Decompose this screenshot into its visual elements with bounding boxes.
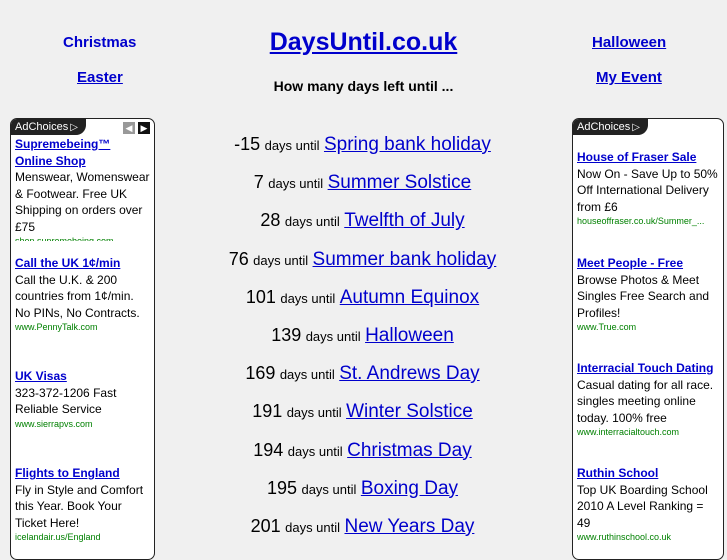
days-until-label: days until bbox=[287, 443, 343, 459]
ad-title-link[interactable]: Meet People - Free bbox=[577, 255, 719, 272]
ad-body: Browse Photos & Meet Singles Free Search… bbox=[577, 272, 710, 320]
ad-title-link[interactable]: Call the UK 1¢/min bbox=[15, 255, 150, 272]
ad-url[interactable]: shop.supremebeing.com bbox=[15, 235, 150, 241]
ad-item[interactable]: Interracial Touch Dating Casual dating f… bbox=[577, 360, 719, 438]
ad-item[interactable]: Call the UK 1¢/min Call the U.K. & 200 c… bbox=[15, 255, 150, 333]
days-count: 201 bbox=[250, 515, 281, 536]
event-link[interactable]: St. Andrews Day bbox=[339, 363, 479, 384]
ad-item[interactable]: Meet People - Free Browse Photos & Meet … bbox=[577, 255, 719, 333]
days-count: 191 bbox=[252, 401, 283, 422]
days-until-label: days until bbox=[279, 367, 335, 383]
countdown-row: 139 days until Halloween bbox=[160, 321, 565, 359]
ad-body: Top UK Boarding School 2010 A Level Rank… bbox=[577, 482, 708, 530]
countdown-row: 191 days until Winter Solstice bbox=[160, 397, 565, 435]
right-ad-panel: AdChoices ▷ House of Fraser Sale Now On -… bbox=[572, 118, 724, 560]
days-count: 7 bbox=[253, 172, 264, 193]
left-ad-panel: AdChoices ▷ ◀ ▶ Supremebeing™ Online Shop… bbox=[10, 118, 155, 560]
days-count: 28 bbox=[260, 210, 281, 231]
ad-body: 323-372-1206 Fast Reliable Service bbox=[15, 385, 117, 417]
days-count: 101 bbox=[245, 286, 276, 307]
countdown-row: 28 days until Twelfth of July bbox=[160, 206, 565, 244]
adchoices-badge[interactable]: AdChoices ▷ bbox=[573, 119, 648, 135]
ad-pager: ◀ ▶ bbox=[123, 122, 150, 134]
adchoices-icon: ▷ bbox=[632, 122, 640, 133]
event-link[interactable]: Autumn Equinox bbox=[340, 287, 479, 308]
ad-url[interactable]: www.PennyTalk.com bbox=[15, 321, 150, 333]
ad-url[interactable]: houseoffraser.co.uk/Summer_... bbox=[577, 215, 719, 227]
ad-item[interactable]: UK Visas 323-372-1206 Fast Reliable Serv… bbox=[15, 368, 150, 430]
ad-url[interactable]: www.sierrapvs.com bbox=[15, 418, 150, 430]
event-link[interactable]: Summer Solstice bbox=[328, 172, 472, 193]
days-count: 76 bbox=[228, 248, 249, 269]
ad-body: Menswear, Womenswear & Footwear. Free UK… bbox=[15, 170, 150, 234]
event-link[interactable]: New Years Day bbox=[344, 516, 474, 537]
days-count: 195 bbox=[266, 477, 298, 498]
ad-title-link[interactable]: House of Fraser Sale bbox=[577, 149, 719, 166]
event-link[interactable]: Christmas Day bbox=[347, 440, 472, 461]
ad-title-link[interactable]: Flights to England bbox=[15, 465, 150, 482]
ad-body: Call the U.K. & 200 countries from 1¢/mi… bbox=[15, 272, 140, 320]
chevron-right-icon[interactable]: ▶ bbox=[138, 122, 150, 134]
ad-item[interactable]: Ruthin School Top UK Boarding School 201… bbox=[577, 465, 719, 543]
days-until-label: days until bbox=[264, 138, 320, 153]
days-until-label: days until bbox=[285, 519, 341, 535]
ad-item[interactable]: House of Fraser Sale Now On - Save Up to… bbox=[577, 149, 719, 227]
ad-url[interactable]: www.True.com bbox=[577, 321, 719, 333]
event-link[interactable]: Summer bank holiday bbox=[313, 249, 497, 270]
event-link[interactable]: Winter Solstice bbox=[346, 401, 473, 422]
countdown-row: 7 days until Summer Solstice bbox=[160, 168, 565, 206]
ad-title-link[interactable]: Interracial Touch Dating bbox=[577, 360, 719, 377]
event-link[interactable]: Boxing Day bbox=[361, 478, 458, 499]
event-link[interactable]: Twelfth of July bbox=[344, 210, 464, 231]
days-count: -15 bbox=[234, 134, 261, 154]
ad-item[interactable]: Flights to England Fly in Style and Comf… bbox=[15, 465, 150, 543]
ad-body: Fly in Style and Comfort this Year. Book… bbox=[15, 482, 144, 530]
countdown-list: -15 days until Spring bank holiday 7 day… bbox=[160, 130, 565, 550]
days-until-label: days until bbox=[301, 481, 357, 497]
ad-item[interactable]: Supremebeing™ Online Shop Menswear, Wome… bbox=[15, 136, 150, 241]
days-until-label: days until bbox=[286, 405, 342, 421]
countdown-row: 169 days until St. Andrews Day bbox=[160, 359, 565, 397]
countdown-row: 194 days until Christmas Day bbox=[160, 436, 565, 474]
days-count: 194 bbox=[253, 439, 284, 460]
countdown-row: -15 days until Spring bank holiday bbox=[160, 130, 565, 168]
adchoices-label: AdChoices bbox=[577, 121, 631, 133]
ad-url[interactable]: icelandair.us/England bbox=[15, 531, 150, 543]
page-subtitle: How many days left until ... bbox=[273, 78, 454, 94]
chevron-left-icon[interactable]: ◀ bbox=[123, 122, 135, 134]
adchoices-badge[interactable]: AdChoices ▷ bbox=[11, 119, 86, 135]
event-link[interactable]: Halloween bbox=[365, 325, 454, 346]
ad-url[interactable]: www.interracialtouch.com bbox=[577, 426, 719, 438]
ad-title-link[interactable]: Supremebeing™ Online Shop bbox=[15, 136, 150, 169]
countdown-row: 76 days until Summer bank holiday bbox=[160, 245, 565, 283]
ad-body: Casual dating for all race. singles meet… bbox=[577, 377, 714, 425]
days-until-label: days until bbox=[284, 214, 340, 230]
countdown-row: 201 days until New Years Day bbox=[160, 512, 565, 550]
ad-body: Now On - Save Up to 50% Off Internationa… bbox=[577, 166, 718, 214]
days-count: 169 bbox=[245, 363, 276, 384]
days-until-label: days until bbox=[253, 252, 309, 268]
countdown-row: 195 days until Boxing Day bbox=[160, 474, 565, 512]
days-until-label: days until bbox=[280, 290, 336, 306]
countdown-row: 101 days until Autumn Equinox bbox=[160, 283, 565, 321]
site-title-link[interactable]: DaysUntil.co.uk bbox=[0, 28, 727, 57]
days-until-label: days until bbox=[305, 328, 361, 344]
ad-title-link[interactable]: Ruthin School bbox=[577, 465, 719, 482]
ad-title-link[interactable]: UK Visas bbox=[15, 368, 150, 385]
days-until-label: days until bbox=[268, 176, 324, 192]
ad-url[interactable]: www.ruthinschool.co.uk bbox=[577, 531, 719, 543]
event-link[interactable]: Spring bank holiday bbox=[324, 134, 491, 155]
days-count: 139 bbox=[271, 324, 302, 345]
adchoices-label: AdChoices bbox=[15, 121, 69, 133]
adchoices-icon: ▷ bbox=[70, 122, 78, 133]
